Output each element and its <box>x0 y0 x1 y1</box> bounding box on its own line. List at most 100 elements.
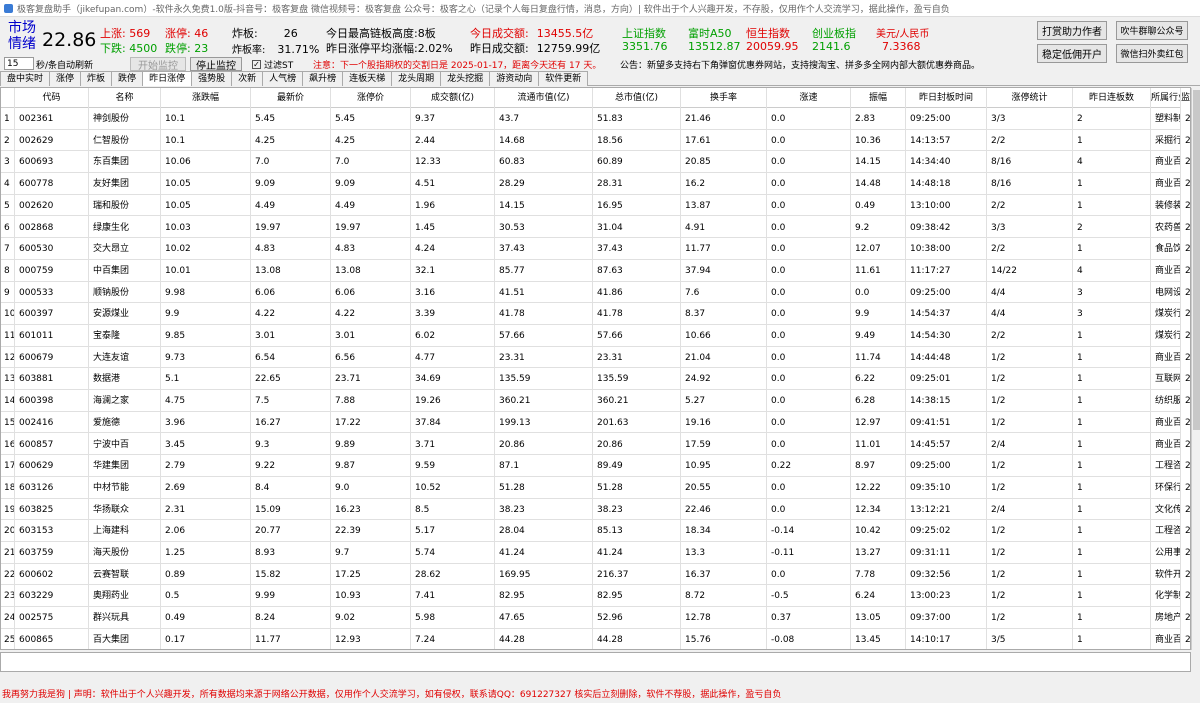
table-row[interactable]: 10 600397 安源煤业 9.9 4.22 4.22 3.39 41.78 41.78 8.3… <box>1 303 1190 326</box>
reward-author-button[interactable]: 打赏助力作者 <box>1037 21 1107 40</box>
index-value: 2141.6 <box>812 40 851 53</box>
cell-yday-seal-time: 10:38:00 <box>906 238 987 261</box>
tab-13[interactable]: 软件更新 <box>538 71 589 86</box>
table-row[interactable]: 17 600629 华建集团 2.79 9.22 9.87 9.59 87.1 89.49 10.… <box>1 455 1190 478</box>
table-row[interactable]: 1 002361 神剑股份 10.1 5.45 5.45 9.37 43.7 51.83 21.4… <box>1 108 1190 130</box>
window-title: 极客复盘助手（jikefupan.com）-软件永久免费1.0版-抖音号：极客复… <box>17 4 950 15</box>
table-row[interactable]: 9 000533 顺钠股份 9.98 6.06 6.06 3.16 41.51 41.86 7.6… <box>1 281 1190 304</box>
table-row[interactable]: 11 601011 宝泰隆 9.85 3.01 3.01 6.02 57.66 57.66 10.… <box>1 325 1190 347</box>
table-row[interactable]: 22 600602 云赛智联 0.89 15.82 17.25 28.62 169.95 216… <box>1 563 1190 586</box>
table-row[interactable]: 2 002629 仁智股份 10.1 4.25 4.25 2.44 14.68 18.56 17.… <box>1 129 1190 152</box>
bomb-rate: 炸板率: 31.71% <box>232 43 320 56</box>
column-header-limit-stats[interactable]: 涨停统计 <box>987 88 1073 108</box>
column-header-float-cap[interactable]: 流通市值(亿) <box>495 88 593 108</box>
tab-7[interactable]: 人气榜 <box>262 71 304 86</box>
table-row[interactable]: 8 000759 中百集团 10.01 13.08 13.08 32.1 85.77 87.63… <box>1 259 1190 282</box>
table-row[interactable]: 15 002416 爱施德 3.96 16.27 17.22 37.84 199.13 201.… <box>1 411 1190 434</box>
cell-yday-seal-time: 09:25:02 <box>906 520 987 543</box>
cell-industry: 化学制药 <box>1151 585 1181 608</box>
cell-turnover-rate: 22.46 <box>681 498 767 521</box>
column-header-monitor-time[interactable]: 监控时间 <box>1181 88 1190 108</box>
table-row[interactable]: 13 603881 数据港 5.1 22.65 23.71 34.69 135.59 135.5… <box>1 368 1190 391</box>
table-row[interactable]: 16 600857 宁波中百 3.45 9.3 9.89 3.71 20.86 20.86 17.… <box>1 433 1190 456</box>
column-header-turnover[interactable]: 成交额(亿) <box>411 88 495 108</box>
tab-4[interactable]: 昨日涨停 <box>142 71 193 86</box>
cell-amplitude: 10.42 <box>851 520 906 543</box>
vertical-scrollbar[interactable] <box>1191 88 1200 650</box>
tab-3[interactable]: 跌停 <box>111 71 144 86</box>
table-row[interactable]: 24 002575 群兴玩具 0.49 8.24 9.02 5.98 47.65 52.96 12… <box>1 607 1190 630</box>
cell-yday-chain: 1 <box>1073 476 1151 499</box>
cell-name: 云赛智联 <box>89 563 161 586</box>
cell-last-price: 6.54 <box>251 346 331 369</box>
tab-0[interactable]: 盘中实时 <box>0 71 51 86</box>
column-header-change-pct[interactable]: 涨跌幅 <box>161 88 251 108</box>
table-row[interactable]: 20 603153 上海建科 2.06 20.77 22.39 5.17 28.04 85.13… <box>1 520 1190 543</box>
cell-limit-stats: 1/2 <box>987 368 1073 391</box>
column-header-amplitude[interactable]: 振幅 <box>851 88 906 108</box>
column-header-turnover-rate[interactable]: 换手率 <box>681 88 767 108</box>
cell-industry: 装修装饰 <box>1151 194 1181 217</box>
column-header-name[interactable]: 名称 <box>89 88 161 108</box>
tab-10[interactable]: 龙头周期 <box>391 71 442 86</box>
cell-limit-stats: 8/16 <box>987 173 1073 196</box>
cell-change-pct: 9.73 <box>161 346 251 369</box>
cell-amplitude: 0.0 <box>851 281 906 304</box>
table-row[interactable]: 25 600865 百大集团 0.17 11.77 12.93 7.24 44.28 44.28… <box>1 628 1190 649</box>
refresh-interval-input[interactable] <box>4 57 34 70</box>
table-row[interactable]: 4 600778 友好集团 10.05 9.09 9.09 4.51 28.29 28.31 16… <box>1 173 1190 196</box>
tab-2[interactable]: 炸板 <box>80 71 113 86</box>
cell-total-cap: 23.31 <box>593 346 681 369</box>
column-header-yday-seal-time[interactable]: 昨日封板时间 <box>906 88 987 108</box>
bull-group-button[interactable]: 吹牛群聊公众号 <box>1116 21 1188 40</box>
column-header-limit-price[interactable]: 涨停价 <box>331 88 411 108</box>
table-row[interactable]: 5 002620 瑞和股份 10.05 4.49 4.49 1.96 14.15 16.95 13… <box>1 194 1190 217</box>
tab-5[interactable]: 强势股 <box>191 71 233 86</box>
cell-speed: 0.0 <box>767 346 851 369</box>
tab-6[interactable]: 次新 <box>231 71 264 86</box>
table-row[interactable]: 3 600693 东百集团 10.06 7.0 7.0 12.33 60.83 60.89 20.… <box>1 151 1190 174</box>
start-monitor-button[interactable]: 开始监控 <box>130 57 186 72</box>
cell-industry: 商业百货 <box>1151 173 1181 196</box>
column-header-yday-chain[interactable]: 昨日连板数 <box>1073 88 1151 108</box>
table-row[interactable]: 12 600679 大连友谊 9.73 6.54 6.56 4.77 23.31 23.31 21… <box>1 346 1190 369</box>
cell-total-cap: 87.63 <box>593 259 681 282</box>
wechat-redpack-button[interactable]: 微信扫外卖红包 <box>1116 44 1188 63</box>
table-row[interactable]: 18 603126 中材节能 2.69 8.4 9.0 10.52 51.28 51.28 20.… <box>1 476 1190 499</box>
tab-9[interactable]: 连板天梯 <box>342 71 393 86</box>
tab-1[interactable]: 涨停 <box>49 71 82 86</box>
cell-code: 600693 <box>15 151 89 174</box>
column-header-total-cap[interactable]: 总市值(亿) <box>593 88 681 108</box>
cell-code: 603825 <box>15 498 89 521</box>
column-header-speed[interactable]: 涨速 <box>767 88 851 108</box>
cell-limit-stats: 14/22 <box>987 259 1073 282</box>
column-header-code[interactable]: 代码 <box>15 88 89 108</box>
tab-8[interactable]: 飙升榜 <box>302 71 344 86</box>
table-row[interactable]: 23 603229 奥翔药业 0.5 9.99 10.93 7.41 82.95 82.95 8.… <box>1 585 1190 608</box>
cell-amplitude: 7.78 <box>851 563 906 586</box>
cell-limit-price: 6.06 <box>331 281 411 304</box>
cell-amplitude: 6.22 <box>851 368 906 391</box>
cell-limit-price: 7.88 <box>331 390 411 413</box>
filter-st-checkbox[interactable]: ✓ 过滤ST <box>252 58 293 71</box>
table-row[interactable]: 21 603759 海天股份 1.25 8.93 9.7 5.74 41.24 41.24 13.… <box>1 542 1190 564</box>
cell-change-pct: 10.06 <box>161 151 251 174</box>
column-header-industry[interactable]: 所属行业 <box>1151 88 1181 108</box>
cell-yday-chain: 3 <box>1073 303 1151 326</box>
column-header-last-price[interactable]: 最新价 <box>251 88 331 108</box>
cell-limit-price: 13.08 <box>331 259 411 282</box>
cell-last-price: 3.01 <box>251 325 331 347</box>
open-account-button[interactable]: 稳定低佣开户 <box>1037 44 1107 63</box>
table-row[interactable]: 7 600530 交大昂立 10.02 4.83 4.83 4.24 37.43 37.43 11… <box>1 238 1190 261</box>
tab-11[interactable]: 龙头挖掘 <box>440 71 491 86</box>
cell-yday-seal-time: 14:45:57 <box>906 433 987 456</box>
row-number: 25 <box>1 628 15 649</box>
table-header: 代码 名称 涨跌幅 最新价 涨停价 成交额(亿) 流通市值(亿) 总市值(亿) 换手率 涨速 振幅昨… <box>1 88 1190 108</box>
cell-monitor-time: 20:57:35 <box>1181 347 1190 369</box>
table-row[interactable]: 6 002868 绿康生化 10.03 19.97 19.97 1.45 30.53 31.04… <box>1 216 1190 239</box>
table-row[interactable]: 14 600398 海澜之家 4.75 7.5 7.88 19.26 360.21 360.21… <box>1 390 1190 413</box>
stop-monitor-button[interactable]: 停止监控 <box>190 57 242 72</box>
table-row[interactable]: 19 603825 华扬联众 2.31 15.09 16.23 8.5 38.23 38.23 2… <box>1 498 1190 521</box>
scroll-thumb[interactable] <box>1193 90 1200 430</box>
tab-12[interactable]: 游资动向 <box>489 71 540 86</box>
